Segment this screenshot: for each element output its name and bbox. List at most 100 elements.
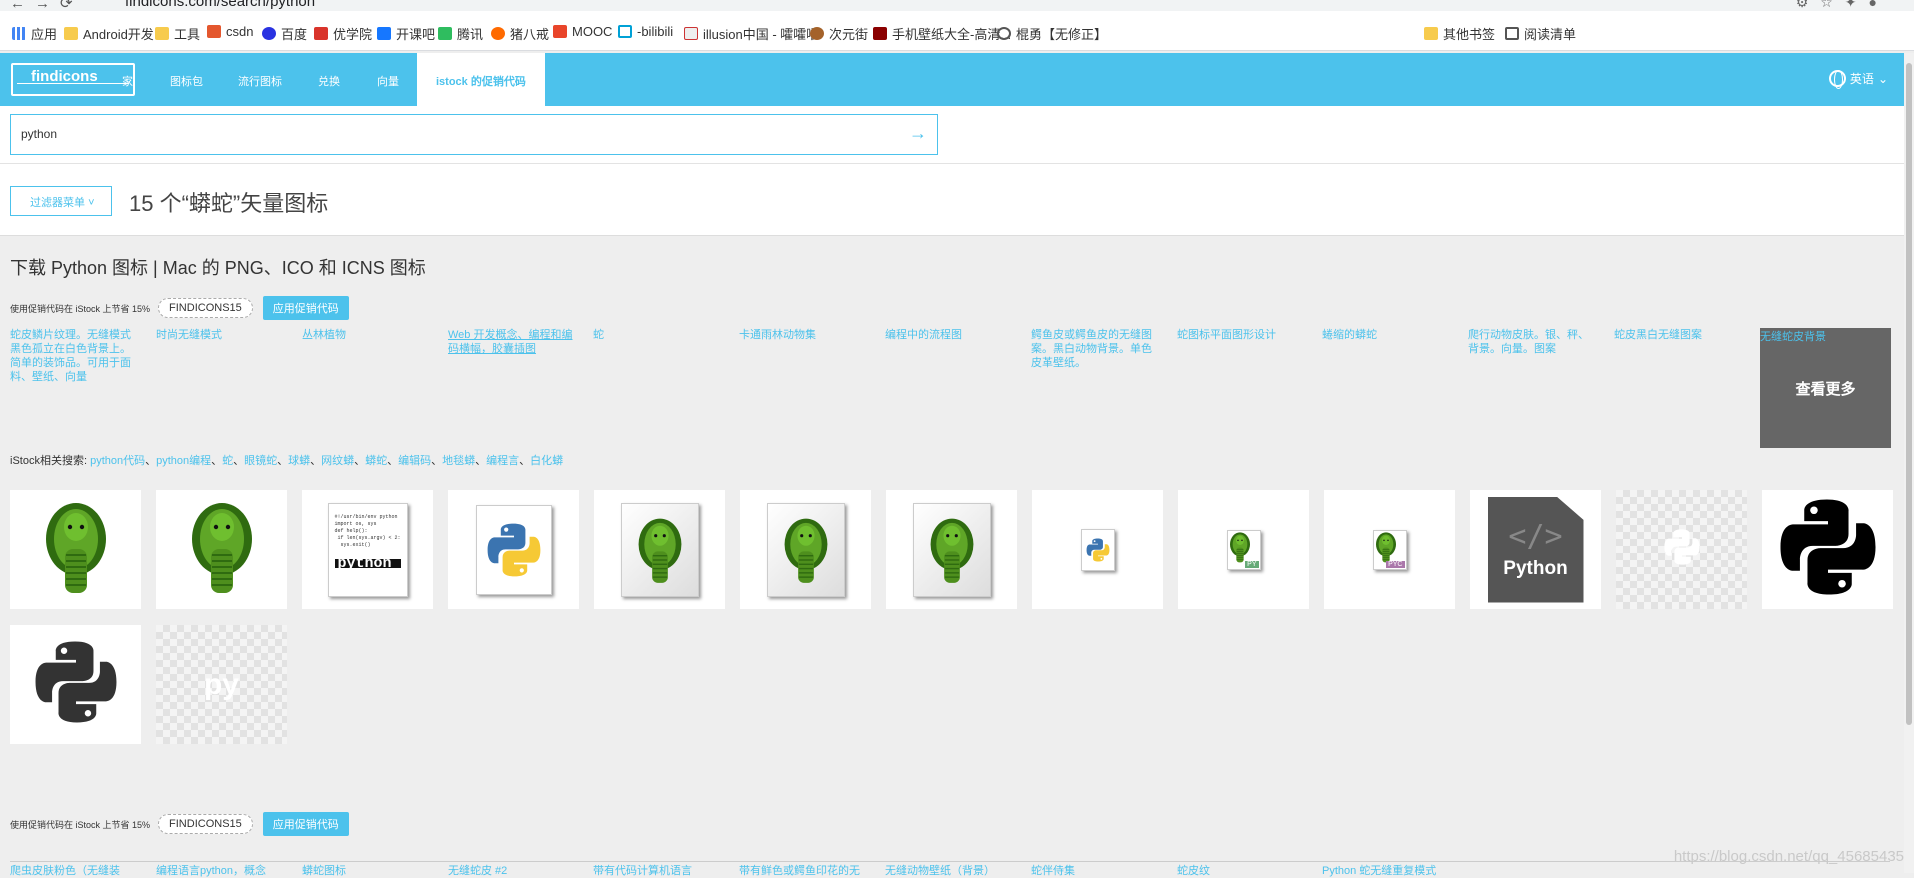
stock-image[interactable]: 编程中的流程图 xyxy=(885,328,1015,342)
nav-icon-packs[interactable]: 图标包 xyxy=(170,73,203,89)
bookmark-tools[interactable]: 工具 xyxy=(155,24,200,43)
icon-tile[interactable] xyxy=(10,490,141,609)
bookmark-android[interactable]: Android开发 xyxy=(64,24,154,43)
related-link[interactable]: 球蟒 xyxy=(288,455,310,467)
icon-tile[interactable]: #!/usr/bin/env python import os, sys def h… xyxy=(302,490,433,609)
promo-text: 使用促销代码在 iStock 上节省 15% xyxy=(10,819,151,830)
icon-tile[interactable] xyxy=(156,490,287,609)
page-scrollbar[interactable] xyxy=(1904,53,1914,873)
stock-image[interactable]: 爬虫皮肤粉色（无缝装 xyxy=(10,862,120,878)
stock-image-row-bottom: 爬虫皮肤粉色（无缝装 编程语言python，概念 蟒蛇图标 无缝蛇皮 #2 带有… xyxy=(10,861,1890,877)
icon-tile[interactable] xyxy=(740,490,871,609)
apply-promo-button[interactable]: 应用促销代码 xyxy=(262,296,349,320)
stock-image[interactable]: 无缝蛇皮 #2 xyxy=(448,862,507,878)
nav-istock-promo[interactable]: istock 的促销代码 xyxy=(417,53,545,106)
page-title: 15 个“蟒蛇”矢量图标 xyxy=(129,191,329,216)
stock-image[interactable]: 蛇皮黑白无缝图案 xyxy=(1614,328,1744,342)
promo-code[interactable]: FINDICONS15 xyxy=(158,814,253,834)
related-link[interactable]: 网纹蟒 xyxy=(321,455,354,467)
nav-vectors[interactable]: 向量 xyxy=(377,73,399,89)
bookmark-kaikeba[interactable]: 开课吧 xyxy=(377,24,435,43)
arrow-right-icon[interactable]: → xyxy=(909,123,927,144)
bookmark-wallpaper[interactable]: 手机壁纸大全-高清... xyxy=(873,24,1011,43)
stock-image[interactable]: 卡通雨林动物集 xyxy=(739,328,869,342)
ulearning-icon xyxy=(314,27,328,40)
apply-promo-button[interactable]: 应用促销代码 xyxy=(262,812,349,836)
bookmarks-bar: 应用 Android开发 工具 csdn 百度 优学院 开课吧 腾讯 猪八戒 M… xyxy=(0,11,1914,51)
bookmark-other[interactable]: 其他书签 xyxy=(1424,24,1495,43)
browser-action-icons[interactable]: ⚙☆✦● xyxy=(1796,0,1889,11)
bookmark-reading-list[interactable]: 阅读清单 xyxy=(1505,24,1576,43)
stock-image[interactable]: 鳄鱼皮或鳄鱼皮的无缝图案。黑白动物背景。单色皮革壁纸。 xyxy=(1031,328,1161,370)
icon-tile[interactable] xyxy=(1616,490,1747,609)
bookmark-ciyuanjie[interactable]: 次元街 xyxy=(810,24,868,43)
stock-image[interactable]: 带有鲜色或鳄鱼印花的无 xyxy=(739,862,860,878)
icon-tile[interactable] xyxy=(1762,490,1893,609)
stock-image[interactable]: 蟒蛇图标 xyxy=(302,862,346,878)
stock-image[interactable]: 丛林植物 xyxy=(302,328,432,342)
related-link[interactable]: 编程言 xyxy=(486,455,519,467)
stock-image[interactable]: 蛇伴侍集 xyxy=(1031,862,1075,878)
see-more-caption: 无缝蛇皮背景 xyxy=(1760,331,1826,343)
icon-tile[interactable] xyxy=(886,490,1017,609)
snake-file-icon xyxy=(766,502,845,597)
py-text-icon: py xyxy=(204,668,239,702)
related-link[interactable]: 白化蟒 xyxy=(530,455,563,467)
stock-image[interactable]: 无缝动物壁纸（背景） xyxy=(885,862,995,878)
kaikeba-icon xyxy=(377,27,391,40)
stock-image[interactable]: 时尚无缝模式 xyxy=(156,328,286,342)
bookmark-illusion[interactable]: illusion中国 - 嚯嚯嚯 xyxy=(684,24,819,43)
bookmark-csdn[interactable]: csdn xyxy=(207,24,253,39)
findicons-logo[interactable]: findicons xyxy=(11,63,135,96)
stock-image[interactable]: 爬行动物皮肤。银、秤、背景。向量。图案 xyxy=(1468,328,1598,356)
stock-image[interactable]: 蛇皮鳞片纹理。无缝模式黑色孤立在白色背景上。简单的装饰品。可用于面料、壁纸、向量 xyxy=(10,328,140,384)
bookmark-tencent[interactable]: 腾讯 xyxy=(438,24,483,43)
browser-top-bar: ←→⟳ findicons.com/search/python ⚙☆✦● xyxy=(0,0,1914,12)
filter-menu-button[interactable]: 过滤器菜单 ˅ xyxy=(10,186,112,216)
nav-home[interactable]: 家 xyxy=(122,73,133,89)
icon-tile[interactable] xyxy=(594,490,725,609)
bookmark-bilibili[interactable]: -bilibili xyxy=(618,24,673,39)
bookmark-apps[interactable]: 应用 xyxy=(12,24,57,43)
stock-image[interactable]: 蛇图标平面图形设计 xyxy=(1177,328,1307,342)
address-bar[interactable]: findicons.com/search/python xyxy=(125,0,315,10)
stock-image[interactable]: 编程语言python，概念 xyxy=(156,862,266,878)
stock-image[interactable]: 蛇 xyxy=(593,328,723,342)
bookmark-mooc[interactable]: MOOC xyxy=(553,24,612,39)
icon-tile[interactable] xyxy=(448,490,579,609)
icon-tile[interactable]: PYC xyxy=(1324,490,1455,609)
stock-image[interactable]: Web 开发概念、编程和编码横幅，胶囊插图 xyxy=(448,328,578,356)
icon-tile[interactable] xyxy=(1032,490,1163,609)
nav-exchange[interactable]: 兑换 xyxy=(318,73,340,89)
related-link[interactable]: 蟒蛇 xyxy=(365,455,387,467)
icon-tile[interactable]: </> Python xyxy=(1470,490,1601,609)
stock-image[interactable]: Python 蛇无缝重复模式 xyxy=(1322,862,1436,878)
baidu-icon xyxy=(262,27,276,40)
stock-image[interactable]: 带有代码计算机语言 xyxy=(593,862,692,878)
related-link[interactable]: 蛇 xyxy=(222,455,233,467)
nav-popular-icons[interactable]: 流行图标 xyxy=(238,73,282,89)
related-link[interactable]: 编辑码 xyxy=(398,455,431,467)
scrollbar-thumb[interactable] xyxy=(1906,63,1912,725)
bookmark-gunyong[interactable]: 棍勇【无修正】 xyxy=(997,24,1107,43)
green-snake-icon xyxy=(41,499,111,600)
icon-tile[interactable] xyxy=(10,625,141,744)
related-link[interactable]: 地毯蟒 xyxy=(442,455,475,467)
see-more-button[interactable]: 无缝蛇皮背景 查看更多 xyxy=(1760,328,1891,448)
bookmark-baidu[interactable]: 百度 xyxy=(262,24,307,43)
search-input[interactable] xyxy=(21,123,901,145)
promo-code[interactable]: FINDICONS15 xyxy=(158,298,253,318)
icon-tile[interactable]: PY xyxy=(1178,490,1309,609)
language-selector[interactable]: 英语 ⌄ xyxy=(1828,70,1888,89)
search-section: → xyxy=(0,106,1914,164)
bookmark-ulearning[interactable]: 优学院 xyxy=(314,24,372,43)
related-link[interactable]: python代码 xyxy=(90,455,145,467)
file-ext-label: PY xyxy=(1245,560,1259,568)
stock-image[interactable]: 蜷缩的蟒蛇 xyxy=(1322,328,1452,342)
stock-image-row: 蛇皮鳞片纹理。无缝模式黑色孤立在白色背景上。简单的装饰品。可用于面料、壁纸、向量… xyxy=(10,328,1890,448)
bookmark-zbj[interactable]: 猪八戒 xyxy=(491,24,549,43)
related-link[interactable]: 眼镜蛇 xyxy=(244,455,277,467)
related-link[interactable]: python编程 xyxy=(156,455,211,467)
stock-image[interactable]: 蛇皮纹 xyxy=(1177,862,1210,878)
icon-tile[interactable]: py xyxy=(156,625,287,744)
